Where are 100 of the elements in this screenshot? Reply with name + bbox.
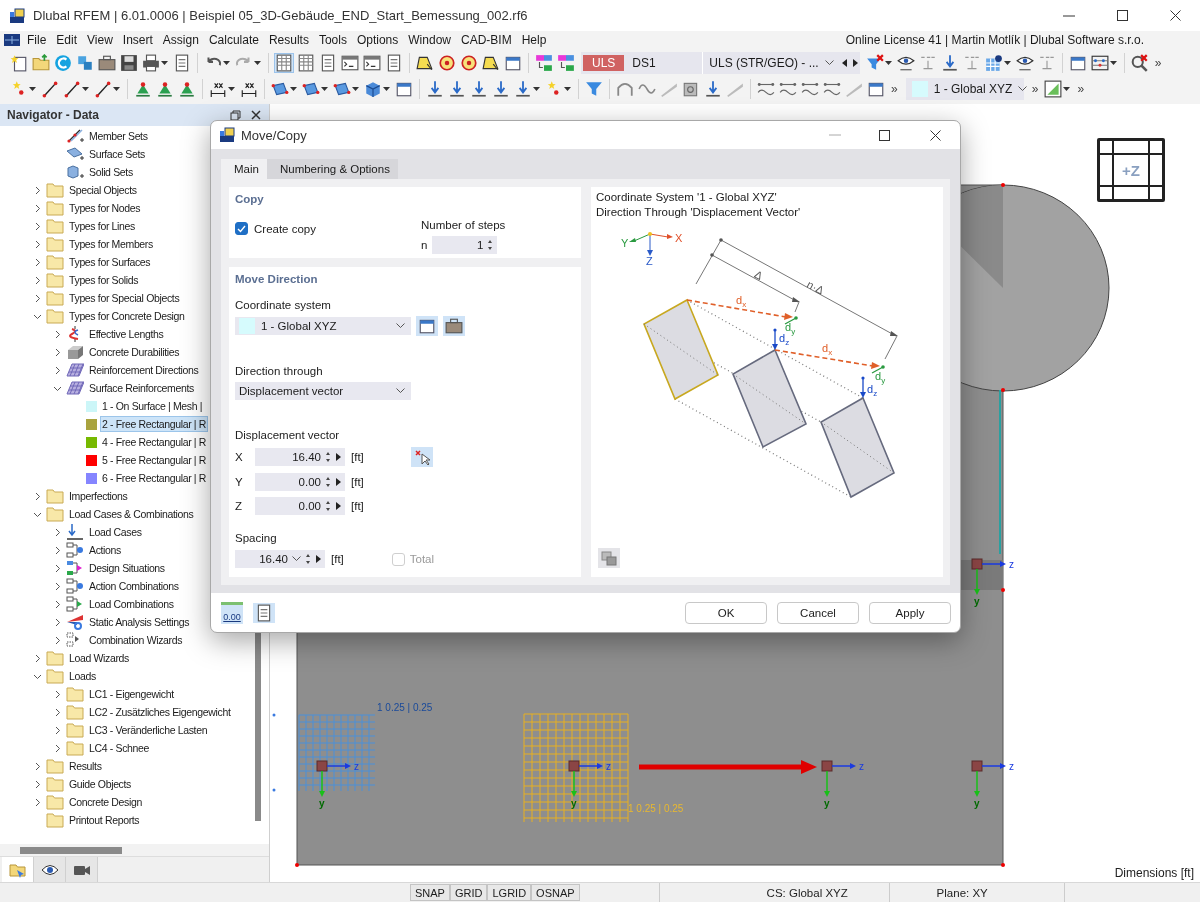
document-icon[interactable] xyxy=(173,53,191,72)
menu-item[interactable]: Insert xyxy=(117,33,158,47)
caret-icon[interactable] xyxy=(321,87,328,91)
caret-icon[interactable] xyxy=(383,87,390,91)
dropdown[interactable]: Displacement vector xyxy=(235,382,411,400)
menu-item[interactable]: View xyxy=(82,33,118,47)
swap-boxes-icon[interactable] xyxy=(535,53,553,72)
tree-item[interactable]: Concrete Design xyxy=(67,794,144,810)
line-pattern-icon[interactable] xyxy=(801,80,819,98)
caret-icon[interactable] xyxy=(290,87,297,91)
menu-item[interactable]: Assign xyxy=(157,33,204,47)
menu-item[interactable]: Window xyxy=(403,33,456,47)
app-menu-icon[interactable] xyxy=(4,34,20,46)
tree-item[interactable]: Load Wizards xyxy=(67,650,131,666)
coordinate-system-dropdown[interactable]: 1 - Global XYZ xyxy=(905,78,1024,100)
tree-item[interactable]: Actions xyxy=(87,542,123,558)
document-icon[interactable] xyxy=(385,53,403,72)
caret-icon[interactable] xyxy=(352,87,359,91)
swap-boxes-icon[interactable] xyxy=(557,53,575,72)
tree-item[interactable]: Loads xyxy=(67,668,98,684)
decimals-button[interactable]: 0.00 xyxy=(221,601,243,624)
number-field[interactable]: 16.40 xyxy=(235,550,325,568)
menu-item[interactable]: Calculate xyxy=(203,33,264,47)
window-icon[interactable] xyxy=(867,80,885,98)
support-icon[interactable] xyxy=(178,80,196,98)
menu-item[interactable]: Help xyxy=(516,33,552,47)
tree-item[interactable]: Special Objects xyxy=(67,182,139,198)
maximize-icon[interactable] xyxy=(1117,10,1128,21)
caret-icon[interactable] xyxy=(564,87,571,91)
tree-item[interactable]: Design Situations xyxy=(87,560,167,576)
overflow-button[interactable]: » xyxy=(1150,55,1166,70)
tree-item[interactable]: Printout Reports xyxy=(67,812,142,828)
document-icon[interactable] xyxy=(319,53,337,72)
dimension-icon[interactable] xyxy=(209,80,227,98)
status-toggle[interactable]: GRID xyxy=(449,884,488,901)
load-arrow-icon[interactable] xyxy=(704,80,722,98)
round-logo-icon[interactable] xyxy=(54,53,72,72)
scrollbar-thumb[interactable] xyxy=(20,847,122,854)
console-icon[interactable] xyxy=(341,53,359,72)
tree-item[interactable]: Types for Lines xyxy=(67,218,137,234)
tree-item[interactable]: Load Cases xyxy=(87,524,144,540)
dialog-button[interactable]: Cancel xyxy=(777,601,859,624)
caret-icon[interactable] xyxy=(161,60,168,65)
tree-item[interactable]: Surface Sets xyxy=(87,146,147,162)
surface-icon[interactable] xyxy=(333,80,351,98)
load-situation-selector[interactable]: ULS DS1 ULS (STR/GEO) - ... xyxy=(581,51,860,74)
caret-icon[interactable] xyxy=(254,60,261,65)
window-icon[interactable] xyxy=(395,80,413,98)
menu-item[interactable]: Edit xyxy=(51,33,83,47)
navigator-tab[interactable] xyxy=(34,857,66,882)
minimize-icon[interactable] xyxy=(1063,14,1075,17)
overflow-button[interactable]: » xyxy=(887,82,902,96)
tree-item[interactable]: LC1 - Eigengewicht xyxy=(87,686,176,702)
maximize-icon[interactable] xyxy=(879,129,890,141)
caret-icon[interactable] xyxy=(533,87,540,91)
arrow-right-icon[interactable] xyxy=(335,502,341,510)
tree-item[interactable]: Types for Surfaces xyxy=(67,254,153,270)
support-icon[interactable] xyxy=(156,80,174,98)
printer-icon[interactable] xyxy=(142,53,160,72)
close-icon[interactable] xyxy=(1170,10,1181,21)
tree-item[interactable]: 5 - Free Rectangular | R xyxy=(100,452,209,468)
spinner-icon[interactable] xyxy=(487,239,494,251)
table-icon[interactable] xyxy=(275,53,293,72)
new-file-icon[interactable] xyxy=(10,53,28,72)
spinner-icon[interactable] xyxy=(325,451,331,463)
number-field[interactable]: 1 xyxy=(432,236,498,254)
dropdown[interactable]: 1 - Global XYZ xyxy=(235,317,411,335)
image-button[interactable] xyxy=(598,548,620,568)
arc-icon[interactable] xyxy=(616,80,634,98)
tree-item[interactable]: Concrete Durabilities xyxy=(87,344,182,360)
cube-icon[interactable] xyxy=(364,80,382,98)
line-pattern-icon[interactable] xyxy=(823,80,841,98)
tree-item[interactable]: Imperfections xyxy=(67,488,130,504)
caret-icon[interactable] xyxy=(1003,60,1011,65)
line-icon[interactable] xyxy=(94,80,112,98)
status-toggle[interactable]: SNAP xyxy=(410,884,450,901)
arrow-right-icon[interactable] xyxy=(335,478,341,486)
target-icon[interactable] xyxy=(438,53,456,72)
surface-icon[interactable] xyxy=(271,80,289,98)
caret-icon[interactable] xyxy=(228,87,235,91)
line-icon[interactable] xyxy=(63,80,81,98)
menu-item[interactable]: Options xyxy=(351,33,404,47)
restore-icon[interactable] xyxy=(230,109,241,121)
checkbox[interactable] xyxy=(235,222,248,235)
tree-item[interactable]: Results xyxy=(67,758,104,774)
arrow-right-icon[interactable] xyxy=(315,555,321,563)
tree-item[interactable]: 4 - Free Rectangular | R xyxy=(100,434,209,450)
line-icon[interactable] xyxy=(41,80,59,98)
folder-icon[interactable] xyxy=(32,53,50,72)
tree-item[interactable]: Reinforcement Directions xyxy=(87,362,201,378)
search-clear-icon[interactable] xyxy=(1130,53,1149,72)
spinner-icon[interactable] xyxy=(325,476,331,488)
caret-icon[interactable] xyxy=(223,60,230,65)
load-arrow-icon[interactable] xyxy=(492,80,510,98)
tree-item[interactable]: Surface Reinforcements xyxy=(87,380,196,396)
caret-icon[interactable] xyxy=(1063,87,1071,91)
arrow-right-icon[interactable] xyxy=(335,453,341,461)
tree-item[interactable]: Member Sets xyxy=(87,128,150,144)
tree-item[interactable]: LC3 - Veränderliche Lasten xyxy=(87,722,210,738)
console-icon[interactable] xyxy=(363,53,381,72)
